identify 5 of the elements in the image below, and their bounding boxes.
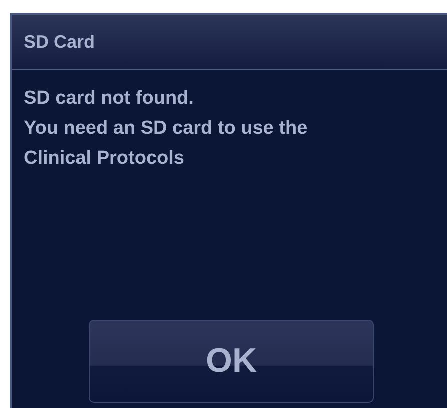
message-text: SD card not found. [24, 87, 195, 111]
dialog-title: SD Card [24, 32, 96, 52]
message-text: You need an SD card to use the [24, 117, 309, 141]
ok-button[interactable]: OK [89, 320, 374, 403]
message-text: Clinical Protocols [24, 147, 186, 171]
